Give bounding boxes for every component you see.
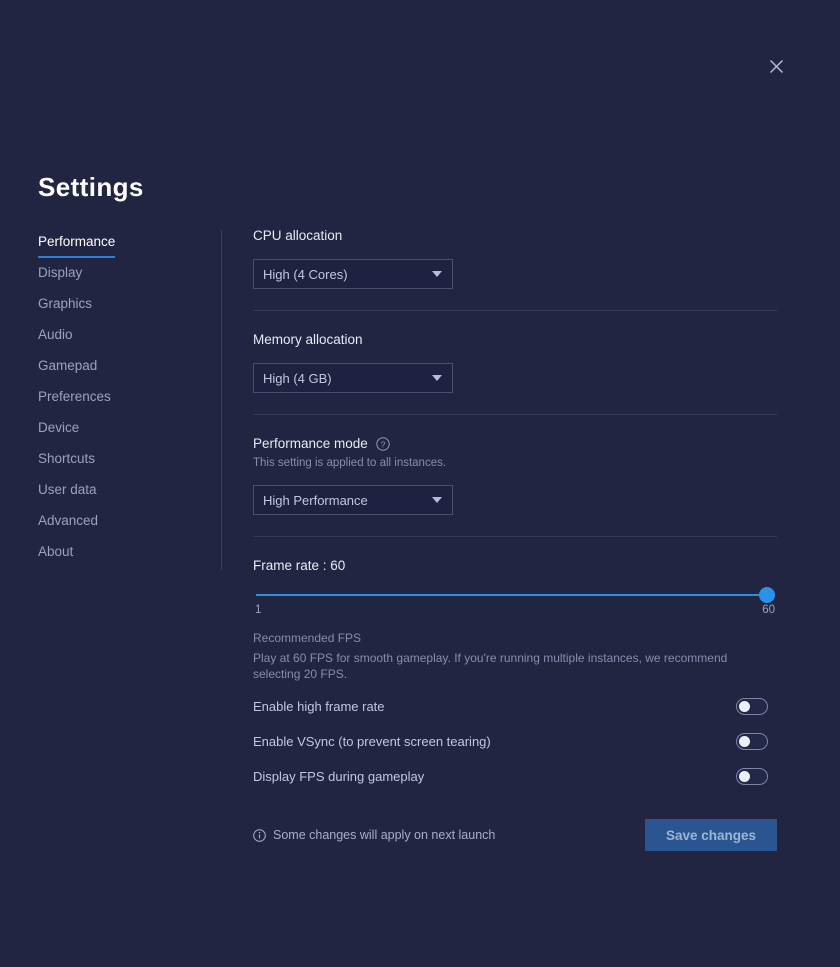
sidebar-item-performance[interactable]: Performance	[38, 232, 116, 263]
footer-note: Some changes will apply on next launch	[253, 828, 495, 842]
settings-footer: Some changes will apply on next launch S…	[253, 819, 777, 851]
sidebar-item-device[interactable]: Device	[38, 418, 79, 449]
performance-mode-value: High Performance	[263, 492, 368, 508]
frame-rate-slider-thumb[interactable]	[759, 587, 775, 603]
frame-rate-min-label: 1	[255, 604, 262, 616]
toggle-row-high-frame-rate: Enable high frame rate	[253, 695, 777, 717]
cpu-allocation-section: CPU allocation High (4 Cores)	[253, 228, 777, 289]
toggle-vsync[interactable]	[736, 732, 768, 750]
performance-mode-section: Performance mode ? This setting is appli…	[253, 436, 777, 515]
recommended-fps-body: Play at 60 FPS for smooth gameplay. If y…	[253, 651, 728, 681]
frame-rate-scale: 1 60	[253, 604, 777, 620]
toggle-label: Enable high frame rate	[253, 698, 385, 714]
frame-rate-slider[interactable]	[253, 587, 777, 603]
memory-allocation-label: Memory allocation	[253, 332, 363, 347]
sidebar-item-audio[interactable]: Audio	[38, 325, 73, 356]
sidebar-item-label: About	[38, 544, 74, 559]
sidebar-item-gamepad[interactable]: Gamepad	[38, 356, 97, 387]
memory-allocation-value: High (4 GB)	[263, 370, 332, 386]
chevron-down-icon	[432, 497, 442, 503]
sidebar-item-label: Shortcuts	[38, 451, 96, 466]
settings-sidebar: Performance Display Graphics Audio Gamep…	[38, 232, 198, 573]
close-icon	[769, 59, 783, 73]
frame-rate-label: Frame rate : 60	[253, 558, 346, 573]
svg-text:?: ?	[380, 439, 385, 449]
sidebar-item-about[interactable]: About	[38, 542, 73, 573]
sidebar-item-label: Graphics	[38, 296, 93, 311]
sidebar-item-label: Preferences	[38, 389, 111, 404]
sidebar-item-graphics[interactable]: Graphics	[38, 294, 92, 325]
toggle-label: Enable VSync (to prevent screen tearing)	[253, 733, 491, 749]
frame-rate-section: Frame rate : 60 1 60 Recommended FPS Pla…	[253, 558, 777, 682]
toggle-knob	[739, 770, 750, 782]
toggle-row-vsync: Enable VSync (to prevent screen tearing)	[253, 730, 777, 752]
help-circle-icon[interactable]: ?	[376, 436, 390, 451]
cpu-allocation-dropdown[interactable]: High (4 Cores)	[253, 259, 453, 289]
toggle-display-fps[interactable]	[736, 767, 768, 785]
memory-allocation-section: Memory allocation High (4 GB)	[253, 332, 777, 393]
performance-mode-label-row: Performance mode ?	[253, 436, 777, 451]
chevron-down-icon	[432, 271, 442, 277]
save-changes-button[interactable]: Save changes	[645, 819, 777, 851]
sidebar-item-label: Display	[38, 265, 83, 280]
toggle-high-frame-rate[interactable]	[736, 697, 768, 715]
sidebar-item-label: User data	[38, 482, 97, 497]
section-divider	[253, 310, 777, 311]
chevron-down-icon	[432, 375, 442, 381]
performance-mode-label: Performance mode	[253, 436, 368, 451]
toggle-label: Display FPS during gameplay	[253, 768, 425, 784]
cpu-allocation-value: High (4 Cores)	[263, 266, 348, 282]
sidebar-item-label: Advanced	[38, 513, 99, 528]
frame-rate-max-label: 60	[762, 604, 775, 616]
sidebar-item-user-data[interactable]: User data	[38, 480, 97, 511]
footer-note-text: Some changes will apply on next launch	[273, 828, 496, 842]
performance-mode-dropdown[interactable]: High Performance	[253, 485, 453, 515]
sidebar-item-advanced[interactable]: Advanced	[38, 511, 98, 542]
toggle-knob	[739, 735, 750, 747]
sidebar-item-label: Device	[38, 420, 80, 435]
section-divider	[253, 536, 777, 537]
performance-mode-description: This setting is applied to all instances…	[253, 457, 447, 469]
section-divider	[253, 414, 777, 415]
settings-content: CPU allocation High (4 Cores) Memory all…	[253, 228, 777, 851]
sidebar-item-label: Performance	[38, 232, 116, 258]
frame-rate-slider-rail	[256, 594, 765, 596]
sidebar-item-label: Audio	[38, 327, 73, 342]
cpu-allocation-label: CPU allocation	[253, 228, 343, 243]
toggle-row-display-fps: Display FPS during gameplay	[253, 765, 777, 787]
memory-allocation-dropdown[interactable]: High (4 GB)	[253, 363, 453, 393]
toggle-knob	[739, 700, 750, 712]
sidebar-item-display[interactable]: Display	[38, 263, 82, 294]
sidebar-divider	[221, 230, 222, 570]
sidebar-item-shortcuts[interactable]: Shortcuts	[38, 449, 95, 480]
sidebar-item-preferences[interactable]: Preferences	[38, 387, 111, 418]
close-button[interactable]	[762, 52, 790, 80]
page-title: Settings	[38, 172, 144, 202]
info-circle-icon	[253, 828, 266, 842]
recommended-fps-title: Recommended FPS	[253, 631, 362, 645]
sidebar-item-label: Gamepad	[38, 358, 98, 373]
